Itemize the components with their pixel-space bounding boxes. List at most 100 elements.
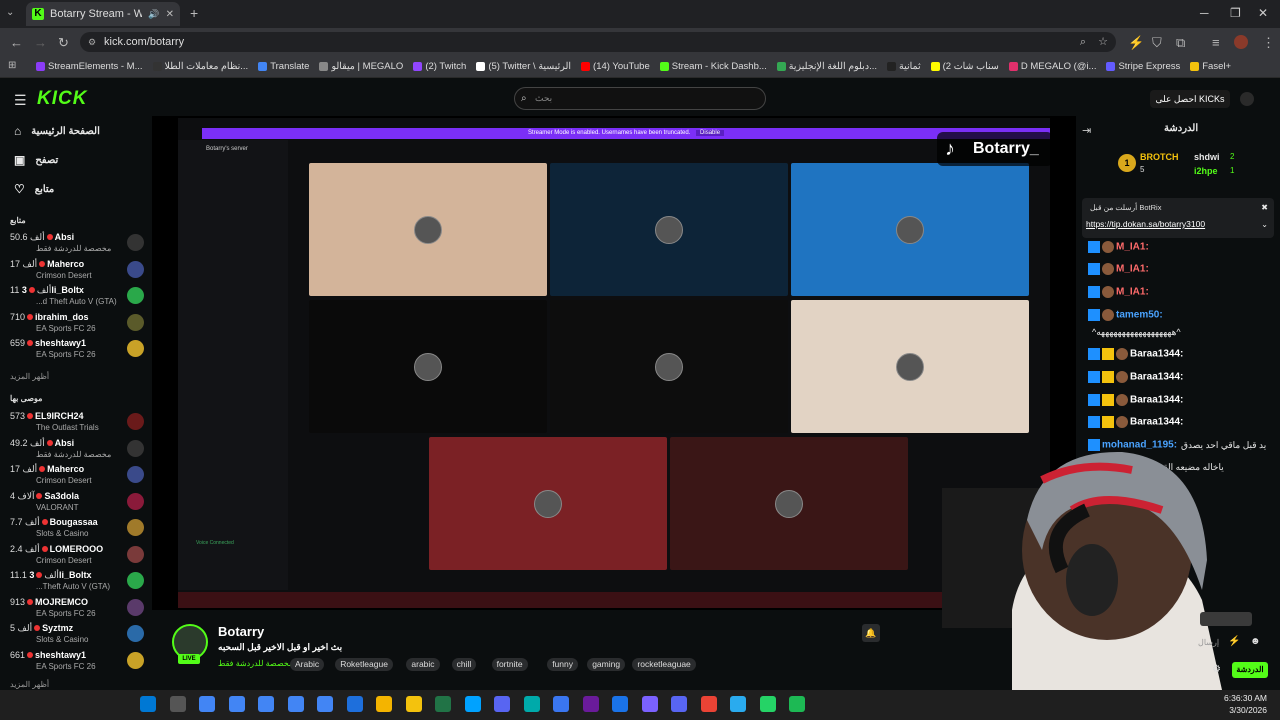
kick-icon[interactable]: ⚡ [1228, 636, 1240, 647]
sidebar-channel[interactable]: 4 آلاف Sa3dola VALORANT [10, 490, 144, 516]
bookmark-item[interactable]: Stream - Kick Dashb... [659, 61, 767, 72]
sidebar-channel[interactable]: 2.4 ألف LOMEROOO Crimson Desert [10, 543, 144, 569]
tab-audio-icon[interactable]: 🔊 [148, 9, 159, 20]
sidebar-channel[interactable]: 7.7 ألف Bougassaa Slots & Casino [10, 516, 144, 542]
chat-input[interactable]: إرسال [1198, 638, 1219, 647]
extension-icon[interactable]: ⚡ [1128, 35, 1144, 51]
taskbar-app-icon[interactable] [759, 696, 776, 712]
search-input[interactable]: ⌕ بحث [514, 87, 766, 110]
stream-tag[interactable]: fortnite [491, 658, 528, 671]
show-more-link[interactable]: أظهر المزيد [10, 372, 49, 381]
chat-username[interactable]: Baraa1344: [1130, 372, 1183, 383]
bookmark-item[interactable]: (2) Twitch [413, 61, 466, 72]
back-icon[interactable]: ← [10, 35, 23, 50]
taskbar-app-icon[interactable] [730, 696, 746, 712]
chat-username[interactable]: Baraa1344: [1130, 395, 1183, 406]
stream-tag[interactable]: Arabic [290, 658, 325, 671]
tab-search-icon[interactable]: ⌄ [6, 7, 14, 18]
taskbar-app-icon[interactable] [553, 696, 569, 712]
bookmark-item[interactable]: Stripe Express [1106, 61, 1180, 72]
extensions-puzzle-icon[interactable]: ⧉ [1176, 35, 1185, 51]
reload-icon[interactable]: ↻ [58, 35, 69, 51]
sidebar-channel[interactable]: 913 MOJREMCO EA Sports FC 26 [10, 596, 144, 622]
bookmark-item[interactable]: D MEGALO (@i... [1008, 61, 1096, 72]
bookmark-item[interactable]: ثمانية [886, 61, 921, 72]
sidebar-channel[interactable]: 49.2 ألف Absi مخصصة للدردشة فقط [10, 437, 144, 463]
sidebar-channel[interactable]: 11 ألف3li_Boltx ...d Theft Auto V (GTA) [10, 284, 144, 310]
sidebar-nav-0[interactable]: ⌂ الصفحة الرئيسية [14, 124, 100, 138]
sidebar-nav-2[interactable]: ♡ متابع [14, 182, 54, 196]
bookmark-item[interactable]: (14) YouTube [581, 61, 650, 72]
address-bar[interactable]: ⚙ kick.com/botarry ⌕ ☆ [80, 32, 1116, 52]
minimize-icon[interactable]: ─ [1200, 6, 1209, 20]
bookmark-item[interactable]: Fasel+ [1190, 61, 1231, 72]
taskbar-app-icon[interactable] [287, 696, 304, 712]
top-gifter-2-name[interactable]: shdwi [1194, 152, 1220, 162]
get-kicks-button[interactable]: احصل على KICKs [1150, 90, 1230, 108]
maximize-icon[interactable]: ❐ [1230, 6, 1241, 20]
media-controls-icon[interactable]: ≡ [1212, 35, 1220, 50]
sidebar-channel[interactable]: 5 ألف Syztmz Slots & Casino [10, 622, 144, 648]
browser-tab[interactable]: K Botarry Stream - Watch Live 🔊 ✕ [26, 2, 180, 26]
streamer-name[interactable]: Botarry [218, 624, 264, 639]
taskbar-app-icon[interactable] [346, 696, 363, 712]
stream-tag[interactable]: gaming [587, 658, 626, 671]
video-tile[interactable] [791, 300, 1029, 433]
taskbar-app-icon[interactable] [671, 696, 687, 712]
stream-tag[interactable]: Roketleague [335, 658, 393, 671]
user-avatar[interactable] [1240, 92, 1254, 106]
video-tile[interactable] [550, 300, 788, 433]
taskbar-app-icon[interactable] [317, 696, 333, 712]
chat-username[interactable]: tamem50: [1116, 310, 1163, 321]
video-tile[interactable] [429, 437, 667, 570]
bookmark-item[interactable]: دبلوم اللغة الإنجليزية... [776, 61, 877, 72]
video-tile[interactable] [550, 163, 788, 296]
taskbar-app-icon[interactable] [523, 696, 540, 712]
profile-avatar[interactable] [1234, 35, 1248, 49]
stream-tag[interactable]: funny [547, 658, 578, 671]
taskbar-app-icon[interactable] [582, 696, 599, 712]
taskbar-app-icon[interactable] [140, 696, 156, 712]
sidebar-channel[interactable]: 573 EL9IRCH24 The Outlast Trials [10, 410, 144, 436]
bookmark-star-icon[interactable]: ☆ [1098, 32, 1108, 52]
taskbar-app-icon[interactable] [641, 696, 658, 712]
sidebar-channel[interactable]: 661 sheshtawy1 EA Sports FC 26 [10, 649, 144, 675]
chat-username[interactable]: M_IA1: [1116, 287, 1149, 298]
system-clock[interactable]: 6:36:30 AM 3/30/2026 [1224, 692, 1267, 716]
shield-icon[interactable]: ⛉ [1152, 35, 1162, 51]
menu-hamburger-icon[interactable]: ☰ [14, 92, 27, 109]
apps-grid-icon[interactable]: ⊞ [8, 60, 16, 71]
chat-username[interactable]: Baraa1344: [1130, 349, 1183, 360]
show-more-link-2[interactable]: أظهر المزيد [10, 680, 49, 689]
taskbar-app-icon[interactable] [464, 696, 481, 712]
kick-logo[interactable]: KICK [37, 88, 87, 110]
chat-username[interactable]: Baraa1344: [1130, 417, 1183, 428]
sidebar-nav-1[interactable]: ▣ تصفح [14, 153, 58, 167]
emoji-icon[interactable]: ☻ [1250, 636, 1261, 647]
taskbar-app-icon[interactable] [228, 696, 245, 712]
bookmark-item[interactable]: (5) Twitter \ الرئيسية [476, 61, 571, 72]
taskbar-app-icon[interactable] [376, 696, 392, 712]
bookmark-item[interactable]: Translate [258, 61, 309, 72]
chat-username[interactable]: M_IA1: [1116, 264, 1149, 275]
emote-strip[interactable] [1200, 612, 1252, 626]
sidebar-channel[interactable]: 17 ألف Maherco Crimson Desert [10, 258, 144, 284]
browser-menu-icon[interactable]: ⋮ [1262, 35, 1275, 51]
top-gifter-3-name[interactable]: i2hpe [1194, 166, 1218, 176]
taskbar-app-icon[interactable] [700, 696, 717, 712]
taskbar-app-icon[interactable] [169, 696, 186, 712]
bookmark-item[interactable]: نظام معاملات الطلا... [152, 61, 248, 72]
unpin-icon[interactable]: ✖ [1261, 203, 1268, 212]
top-gifter-1-name[interactable]: BROTCH [1140, 152, 1179, 162]
forward-icon[interactable]: → [34, 35, 47, 50]
settings-gear-icon[interactable]: ⚙ [1212, 664, 1221, 675]
video-tile[interactable] [309, 300, 547, 433]
close-window-icon[interactable]: ✕ [1258, 6, 1268, 20]
collapse-chat-icon[interactable]: ⇥ [1082, 124, 1091, 137]
stream-category[interactable]: مخصصة للدردشة فقط [218, 659, 293, 668]
bookmark-item[interactable]: StreamElements - M... [36, 61, 143, 72]
taskbar-app-icon[interactable] [789, 696, 805, 712]
taskbar-app-icon[interactable] [435, 696, 451, 712]
video-tile[interactable] [791, 163, 1029, 296]
chat-send-button[interactable]: الدردشة [1232, 662, 1268, 678]
